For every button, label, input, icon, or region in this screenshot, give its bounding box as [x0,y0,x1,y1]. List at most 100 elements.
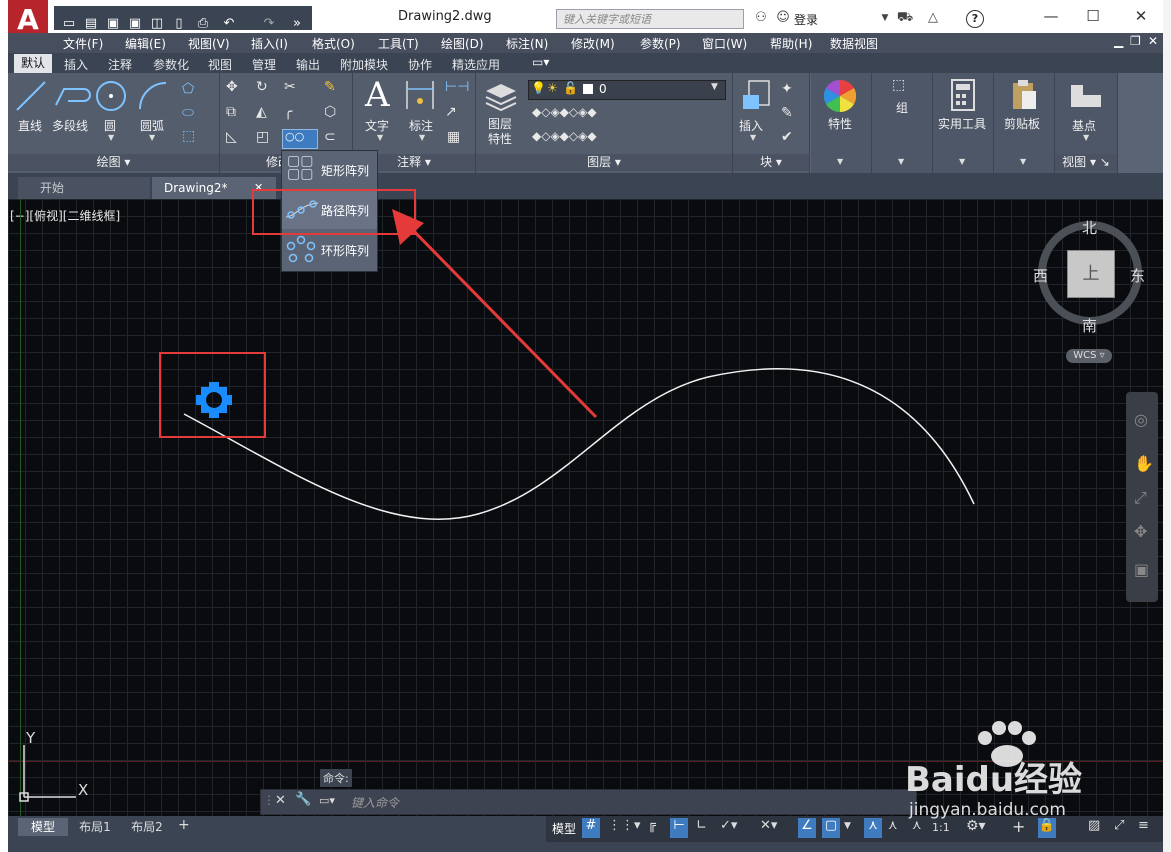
tab-default[interactable]: 默认 [14,54,52,73]
minimize-icon[interactable]: — [1031,4,1071,28]
menu-dataview[interactable]: 数据视图 [830,35,878,52]
menu-parametric[interactable]: 参数(P) [640,35,681,52]
search-input[interactable]: 键入关键字或短语 [556,9,744,29]
tab-output[interactable]: 输出 [296,56,320,73]
menu-draw[interactable]: 绘图(D) [441,35,484,52]
explode-icon[interactable]: ⬡ [324,104,336,120]
command-prompt-icon[interactable]: ▭▾ [319,794,335,807]
circle-button-label[interactable]: 圆 [104,117,116,134]
viewcube-north[interactable]: 北 [1082,217,1097,238]
binoculars-icon[interactable]: ⚇ [752,8,770,28]
text-dropdown-icon[interactable]: ▼ [377,133,383,142]
mirror-icon[interactable]: ◭ [256,104,267,120]
tab-manage[interactable]: 管理 [252,56,276,73]
layer-properties-label[interactable]: 图层 特性 [488,117,518,147]
save-as-icon[interactable]: ▣ [126,14,144,34]
chevron-down-icon[interactable]: ▼ [1020,157,1026,166]
tab-parametric[interactable]: 参数化 [153,56,189,73]
offset-icon[interactable]: ⊂ [324,129,336,145]
group-button-label[interactable]: 组 [896,99,908,116]
viewcube-west[interactable]: 西 [1033,265,1048,286]
move-icon[interactable]: ✥ [226,79,238,95]
tab-featured-apps[interactable]: 精选应用 [452,56,500,73]
tab-addins[interactable]: 附加模块 [340,56,388,73]
layer-tool-2-icon[interactable]: ◆◇◈◆◇◈◆ [532,129,597,143]
tab-annotate[interactable]: 注释 [108,56,132,73]
utilities-button-label[interactable]: 实用工具 [938,115,986,132]
menu-help[interactable]: 帮助(H) [770,35,812,52]
layout-tab-2[interactable]: 布局2 [122,818,172,836]
circle-dropdown-icon[interactable]: ▼ [108,133,114,142]
snap-icon[interactable]: ⋮⋮▾ [608,818,641,833]
annotation-visibility-icon[interactable]: ⋏ [864,818,882,838]
isodraft-icon[interactable]: ✕▾ [760,818,777,833]
tab-insert[interactable]: 插入 [64,56,88,73]
layer-dropdown[interactable]: 💡 ☀ 🔓 0 ▼ [528,80,726,100]
chevron-down-icon[interactable]: ▼ [837,157,843,166]
text-icon[interactable]: A [365,75,390,115]
dynamic-input-icon[interactable]: ⊢ [670,818,688,838]
redo-icon[interactable]: ↷ [260,14,278,34]
customize-icon[interactable]: 🔧 [295,792,311,807]
autoscale-icon[interactable]: ⋏ [888,818,898,833]
dimension-button-label[interactable]: 标注 [409,117,433,134]
polyline-button-label[interactable]: 多段线 [52,117,88,134]
base-view-icon[interactable] [1069,81,1103,109]
arc-dropdown-icon[interactable]: ▼ [149,133,155,142]
base-dropdown-icon[interactable]: ▼ [1083,133,1089,142]
doc-minimize-icon[interactable]: ▁ [1114,34,1123,48]
wcs-menu[interactable]: WCS ▿ [1066,349,1112,363]
doc-restore-icon[interactable]: ❐ [1130,34,1141,48]
rectangle-icon[interactable]: ⬚ [182,128,195,144]
menu-window[interactable]: 窗口(W) [702,35,747,52]
doc-tab-start[interactable]: 开始 [18,177,150,199]
undo-icon[interactable]: ↶ [220,14,238,34]
osnap-dropdown-icon[interactable]: ▼ [844,821,851,831]
steering-wheel-icon[interactable]: ◎ [1134,410,1148,429]
calculator-icon[interactable] [951,79,975,111]
create-block-icon[interactable]: ✦ [781,81,793,97]
menu-view[interactable]: 视图(V) [188,35,230,52]
table-icon[interactable]: ▦ [447,129,460,145]
insert-button-label[interactable]: 插入 [739,117,763,134]
ortho-icon[interactable]: ╔ [648,818,656,833]
properties-button-label[interactable]: 特性 [828,115,852,132]
user-icon[interactable]: ☺ [774,8,792,28]
base-button-label[interactable]: 基点 [1072,117,1096,134]
tab-view[interactable]: 视图 [208,56,232,73]
menu-format[interactable]: 格式(O) [312,35,355,52]
menu-file[interactable]: 文件(F) [63,35,103,52]
pan-icon[interactable]: ✋ [1134,454,1154,473]
layout-tab-1[interactable]: 布局1 [70,818,120,836]
viewcube-top-face[interactable]: 上 [1067,250,1115,298]
trim-icon[interactable]: ✂ [284,79,296,95]
tab-collaborate[interactable]: 协作 [408,56,432,73]
line-icon[interactable] [14,79,48,113]
layer-properties-icon[interactable] [484,79,518,113]
doc-close-icon[interactable]: ✕ [1148,34,1158,48]
layout-tab-model[interactable]: 模型 [18,818,68,836]
fillet-icon[interactable]: ╭ [284,104,292,120]
grid-icon[interactable]: # [582,818,600,838]
plot-icon[interactable]: ⎙ [194,14,212,34]
zoom-extents-icon[interactable]: ⤢ [1134,488,1147,508]
more-icon[interactable]: » [288,14,306,34]
copy-icon[interactable]: ⧉ [226,104,236,120]
command-input[interactable]: 键入命令 [351,794,399,811]
chevron-down-icon[interactable]: ▼ [898,157,904,166]
block-panel-label[interactable]: 块 ▾ [733,154,809,171]
dimension-dropdown-icon[interactable]: ▼ [419,133,425,142]
menu-dimension[interactable]: 标注(N) [506,35,548,52]
rotate-icon[interactable]: ↻ [256,79,268,95]
menu-edit[interactable]: 编辑(E) [125,35,166,52]
close-command-icon[interactable]: ✕ [275,793,286,808]
ortho-mode-icon[interactable]: ∟ [696,818,707,833]
insert-dropdown-icon[interactable]: ▼ [750,133,756,142]
polar-tracking-icon[interactable]: ✓▾ [720,818,737,833]
open-icon[interactable]: ▤ [82,14,100,34]
object-snap-tracking-icon[interactable]: ∠ [798,818,816,838]
close-icon[interactable]: ✕ [1121,4,1161,28]
chevron-down-icon[interactable]: ▼ [876,8,894,28]
text-button-label[interactable]: 文字 [365,117,389,134]
customization-icon[interactable]: ≡ [1138,818,1149,833]
